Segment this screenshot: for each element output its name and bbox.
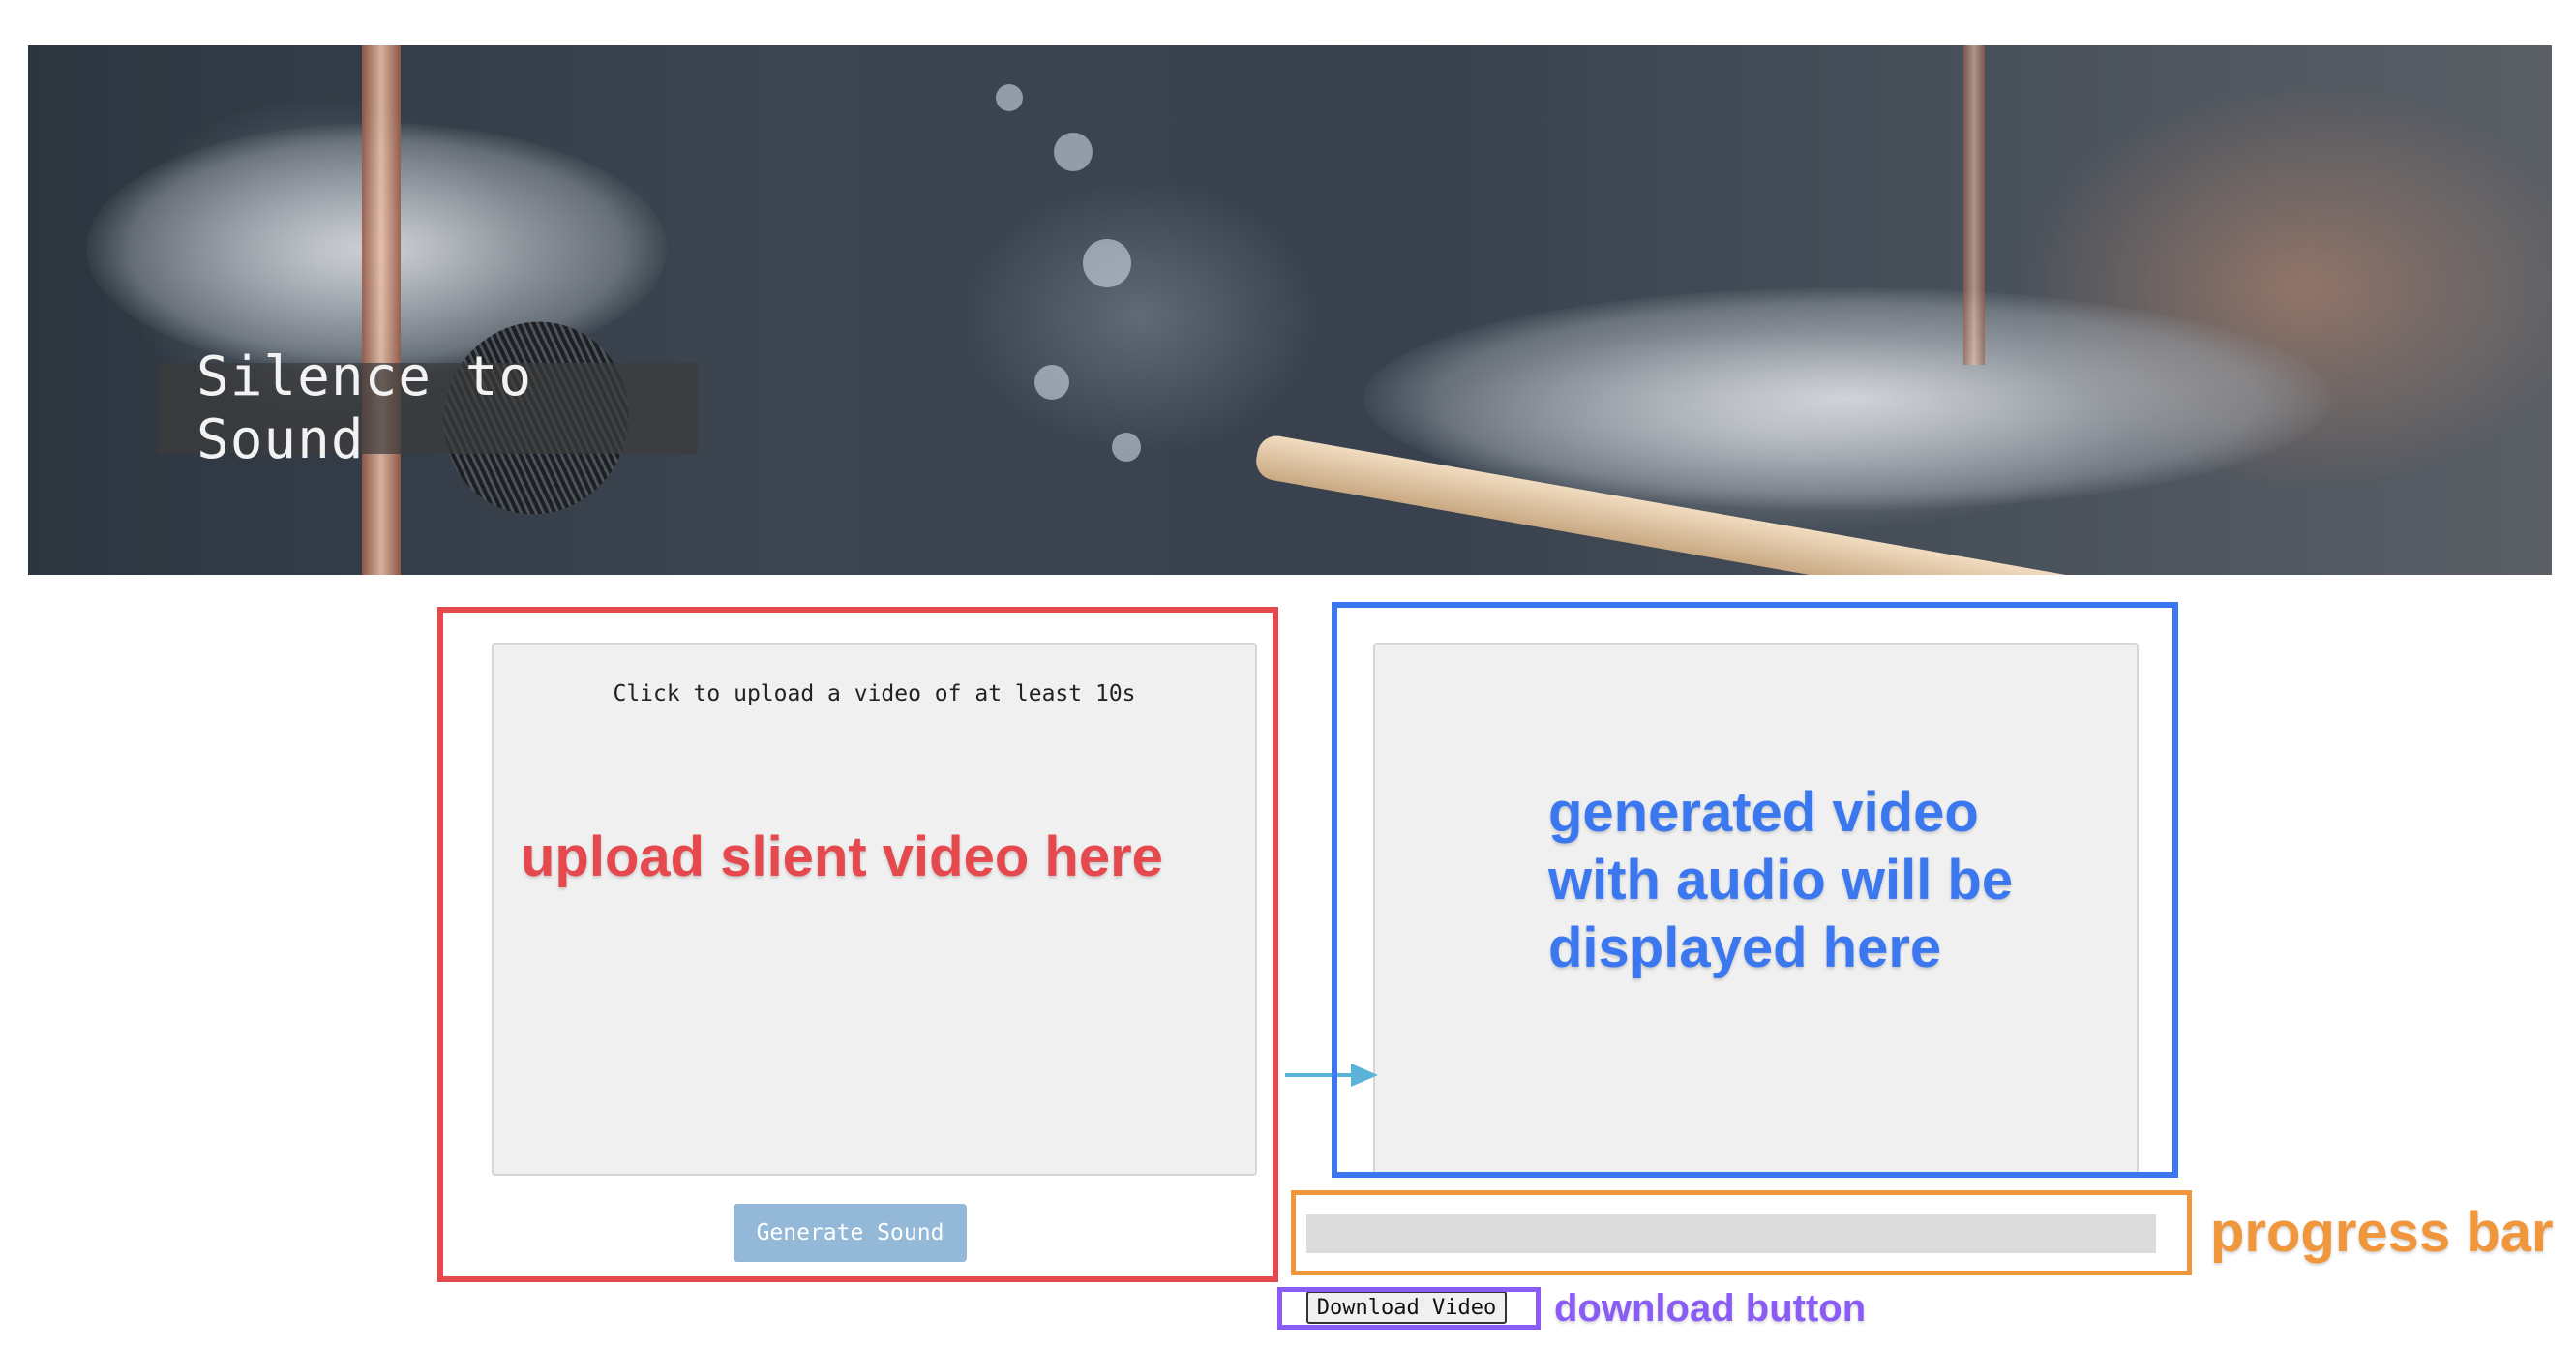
- hero-title-box: Silence to Sound: [158, 345, 698, 471]
- upload-annotation-box: [437, 607, 1278, 1282]
- download-annotation-label: download button: [1554, 1287, 1867, 1330]
- app-page: Silence to Sound Click to upload a video…: [0, 0, 2576, 1349]
- output-annotation-label: generated video with audio will be displ…: [1548, 781, 2014, 979]
- bokeh-light: [1054, 133, 1093, 171]
- page-title: Silence to Sound: [196, 345, 533, 471]
- download-annotation-box: [1277, 1287, 1541, 1330]
- bokeh-light: [1034, 365, 1069, 400]
- progress-annotation-label: progress bar: [2210, 1201, 2554, 1264]
- bokeh-light: [1112, 433, 1141, 462]
- progress-annotation-box: [1291, 1190, 2192, 1275]
- upload-annotation-label: upload slient video here: [521, 825, 1163, 888]
- stand-shape: [1963, 45, 1985, 365]
- bokeh-light: [996, 84, 1023, 111]
- hero-banner: Silence to Sound: [28, 45, 2552, 575]
- mic-stand-shape: [362, 45, 401, 575]
- bokeh-light: [1083, 239, 1131, 287]
